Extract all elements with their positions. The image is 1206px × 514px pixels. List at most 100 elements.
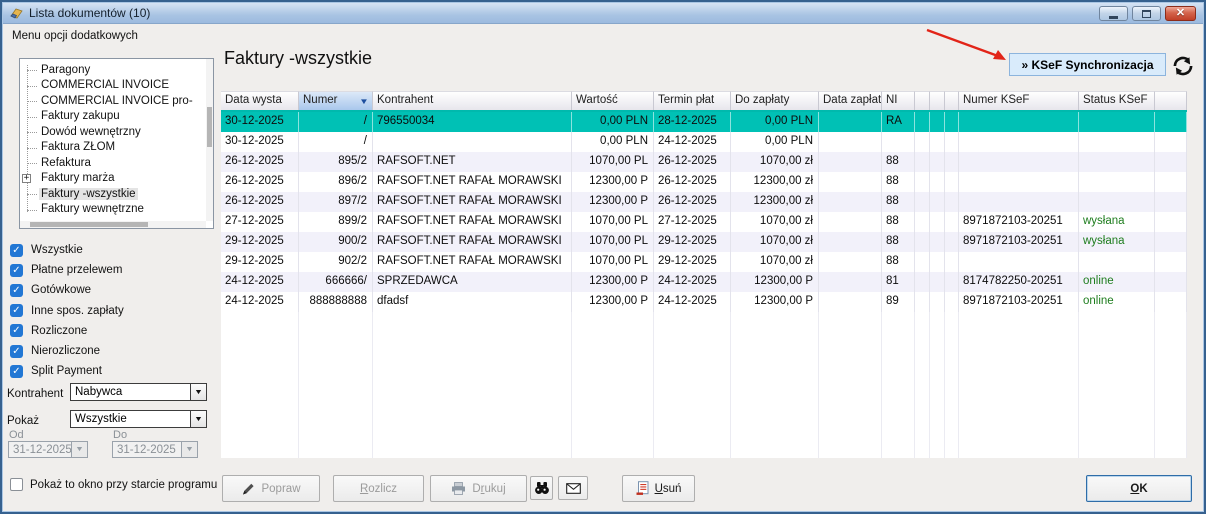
cell-termin: 28-12-2025: [654, 112, 731, 132]
cell-status_ksef: online: [1079, 272, 1155, 292]
ok-label: OK: [1130, 482, 1148, 495]
refresh-icon[interactable]: [1170, 53, 1196, 79]
column-header-data_zaplaty[interactable]: Data zapłat: [819, 91, 882, 110]
printer-icon: [452, 482, 466, 495]
tree-vertical-scrollbar[interactable]: [206, 59, 213, 221]
menu-item-opcje-dodatkowe[interactable]: Menu opcji dodatkowych: [12, 30, 138, 42]
kontrahent-select[interactable]: Nabywca ▼: [70, 383, 207, 401]
column-header-status_ksef[interactable]: Status KSeF: [1079, 91, 1155, 110]
kontrahent-dropdown-arrow-icon[interactable]: ▼: [190, 384, 206, 400]
od-dropdown-arrow-icon[interactable]: ▼: [71, 442, 87, 457]
filter-checkbox[interactable]: ✓ Split Payment: [10, 363, 102, 379]
filter-checkbox[interactable]: ✓ Wszystkie: [10, 242, 83, 258]
filter-checkbox[interactable]: ✓ Nierozliczone: [10, 343, 100, 359]
cell-numer_ksef: [959, 132, 1079, 152]
cell-kontrahent: 796550034: [373, 112, 572, 132]
tree-hscroll-thumb[interactable]: [30, 222, 148, 227]
cell-tail: [1155, 172, 1187, 192]
tree-horizontal-scrollbar[interactable]: [20, 221, 206, 228]
cell-tail: [1155, 292, 1187, 312]
rozlicz-button[interactable]: Rozlicz: [333, 475, 424, 502]
table-row[interactable]: 27-12-2025 899/2 RAFSOFT.NET RAFAŁ MORAWSK…: [221, 212, 1187, 232]
cell-numer_ksef: [959, 152, 1079, 172]
startup-checkbox[interactable]: Pokaż to okno przy starcie programu: [10, 478, 217, 491]
ksef-sync-button[interactable]: » KSeF Synchronizacja: [1009, 53, 1166, 76]
column-header-label: Termin płat: [658, 94, 715, 106]
table-row[interactable]: 24-12-2025 666666/SPRZEDAWCA 12300,00 P 24-…: [221, 272, 1187, 292]
titlebar[interactable]: Lista dokumentów (10) ✕: [3, 3, 1203, 24]
do-date-select[interactable]: 31-12-2025 ▼: [112, 441, 198, 458]
cell-c2: [930, 132, 945, 152]
cell-termin: 26-12-2025: [654, 152, 731, 172]
column-header-wartosc[interactable]: Wartość: [572, 91, 654, 110]
tree-item[interactable]: Faktury zakupu: [20, 109, 213, 125]
column-header-label: Data wysta: [225, 94, 282, 106]
filter-checkbox[interactable]: ✓ Inne spos. zapłaty: [10, 303, 124, 319]
maximize-button[interactable]: [1132, 6, 1161, 21]
cell-c1: [915, 172, 930, 192]
tree-item[interactable]: COMMERCIAL INVOICE pro-: [20, 93, 213, 109]
table-row[interactable]: 30-12-2025/796550034 0,00 PLN 28-12-2025 0,…: [221, 112, 1187, 132]
column-header-numer_ksef[interactable]: Numer KSeF: [959, 91, 1079, 110]
expand-plus-icon[interactable]: +: [22, 173, 31, 183]
filler-cell: [959, 312, 1079, 458]
filter-checkbox[interactable]: ✓ Rozliczone: [10, 323, 87, 339]
tree-item[interactable]: COMMERCIAL INVOICE: [20, 78, 213, 94]
popraw-button[interactable]: Popraw: [222, 475, 320, 502]
close-button[interactable]: ✕: [1165, 6, 1196, 21]
minimize-button[interactable]: [1099, 6, 1128, 21]
filler-cell: [915, 312, 930, 458]
tree-branch-icon: [27, 132, 37, 133]
cell-termin: 27-12-2025: [654, 212, 731, 232]
column-header-c3[interactable]: [945, 91, 959, 110]
column-header-data_wyst[interactable]: Data wysta: [221, 91, 299, 110]
email-button[interactable]: [558, 476, 588, 500]
pokaz-select[interactable]: Wszystkie ▼: [70, 410, 207, 428]
filter-checkbox[interactable]: ✓ Gotówkowe: [10, 282, 91, 298]
cell-numer_ksef: [959, 192, 1079, 212]
column-header-termin[interactable]: Termin płat: [654, 91, 731, 110]
cell-c3: [945, 232, 959, 252]
cell-c2: [930, 152, 945, 172]
cell-numer_ksef: 8971872103-20251: [959, 292, 1079, 312]
column-header-ni[interactable]: NI: [882, 91, 915, 110]
column-header-do_zaplaty[interactable]: Do zapłaty: [731, 91, 819, 110]
filter-checkbox[interactable]: ✓ Płatne przelewem: [10, 262, 122, 278]
table-row[interactable]: 29-12-2025 902/2 RAFSOFT.NET RAFAŁ MORAWSK…: [221, 252, 1187, 272]
cell-numer: /: [299, 112, 373, 132]
column-header-c1[interactable]: [915, 91, 930, 110]
table-row[interactable]: 24-12-2025 888888888 dfadsf 12300,00 P 24-12…: [221, 292, 1187, 312]
table-row[interactable]: 29-12-2025 900/2 RAFSOFT.NET RAFAŁ MORAWSK…: [221, 232, 1187, 252]
cell-termin: 29-12-2025: [654, 252, 731, 272]
table-header: Data wysta Numer ▼ Kontrahent Wartość Termin …: [221, 91, 1187, 112]
tree-item[interactable]: + Faktury marża: [20, 171, 213, 187]
od-date-select[interactable]: 31-12-2025 ▼: [8, 441, 88, 458]
tree-item[interactable]: Refaktura: [20, 155, 213, 171]
tree-item[interactable]: Faktura ZŁOM: [20, 140, 213, 156]
ok-button[interactable]: OK: [1086, 475, 1192, 502]
lista-dokumentow-window: Lista dokumentów (10) ✕ Menu opcji dodat…: [0, 0, 1206, 514]
usun-button[interactable]: Usuń: [622, 475, 695, 502]
tree-item[interactable]: Dowód wewnętrzny: [20, 124, 213, 140]
tree-item[interactable]: Paragony: [20, 62, 213, 78]
table-row[interactable]: 26-12-2025 897/2 RAFSOFT.NET RAFAŁ MORAWSK…: [221, 192, 1187, 212]
tree-vscroll-thumb[interactable]: [207, 107, 212, 147]
pokaz-dropdown-arrow-icon[interactable]: ▼: [190, 411, 206, 427]
column-header-numer[interactable]: Numer ▼: [299, 91, 373, 110]
cell-data_zaplaty: [819, 172, 882, 192]
column-header-tail[interactable]: [1155, 91, 1187, 110]
table-row[interactable]: 30-12-2025/ 0,00 PLN 24-12-2025 0,00 PLN: [221, 132, 1187, 152]
table-row[interactable]: 26-12-2025 895/2 RAFSOFT.NET 1070,00 PL 26-1…: [221, 152, 1187, 172]
tree-item[interactable]: Faktury -wszystkie: [20, 186, 213, 202]
tree-item[interactable]: Faktury wewnętrzne: [20, 202, 213, 218]
table-row[interactable]: 26-12-2025 896/2 RAFSOFT.NET RAFAŁ MORAWSK…: [221, 172, 1187, 192]
tree-item-label: Refaktura: [41, 156, 91, 169]
column-header-kontrahent[interactable]: Kontrahent: [373, 91, 572, 110]
cell-numer: 900/2: [299, 232, 373, 252]
column-header-c2[interactable]: [930, 91, 945, 110]
do-dropdown-arrow-icon[interactable]: ▼: [181, 442, 197, 457]
drukuj-button[interactable]: Drukuj: [430, 475, 527, 502]
search-button[interactable]: [530, 476, 553, 500]
cell-termin: 26-12-2025: [654, 172, 731, 192]
filter-label: Płatne przelewem: [31, 264, 123, 277]
